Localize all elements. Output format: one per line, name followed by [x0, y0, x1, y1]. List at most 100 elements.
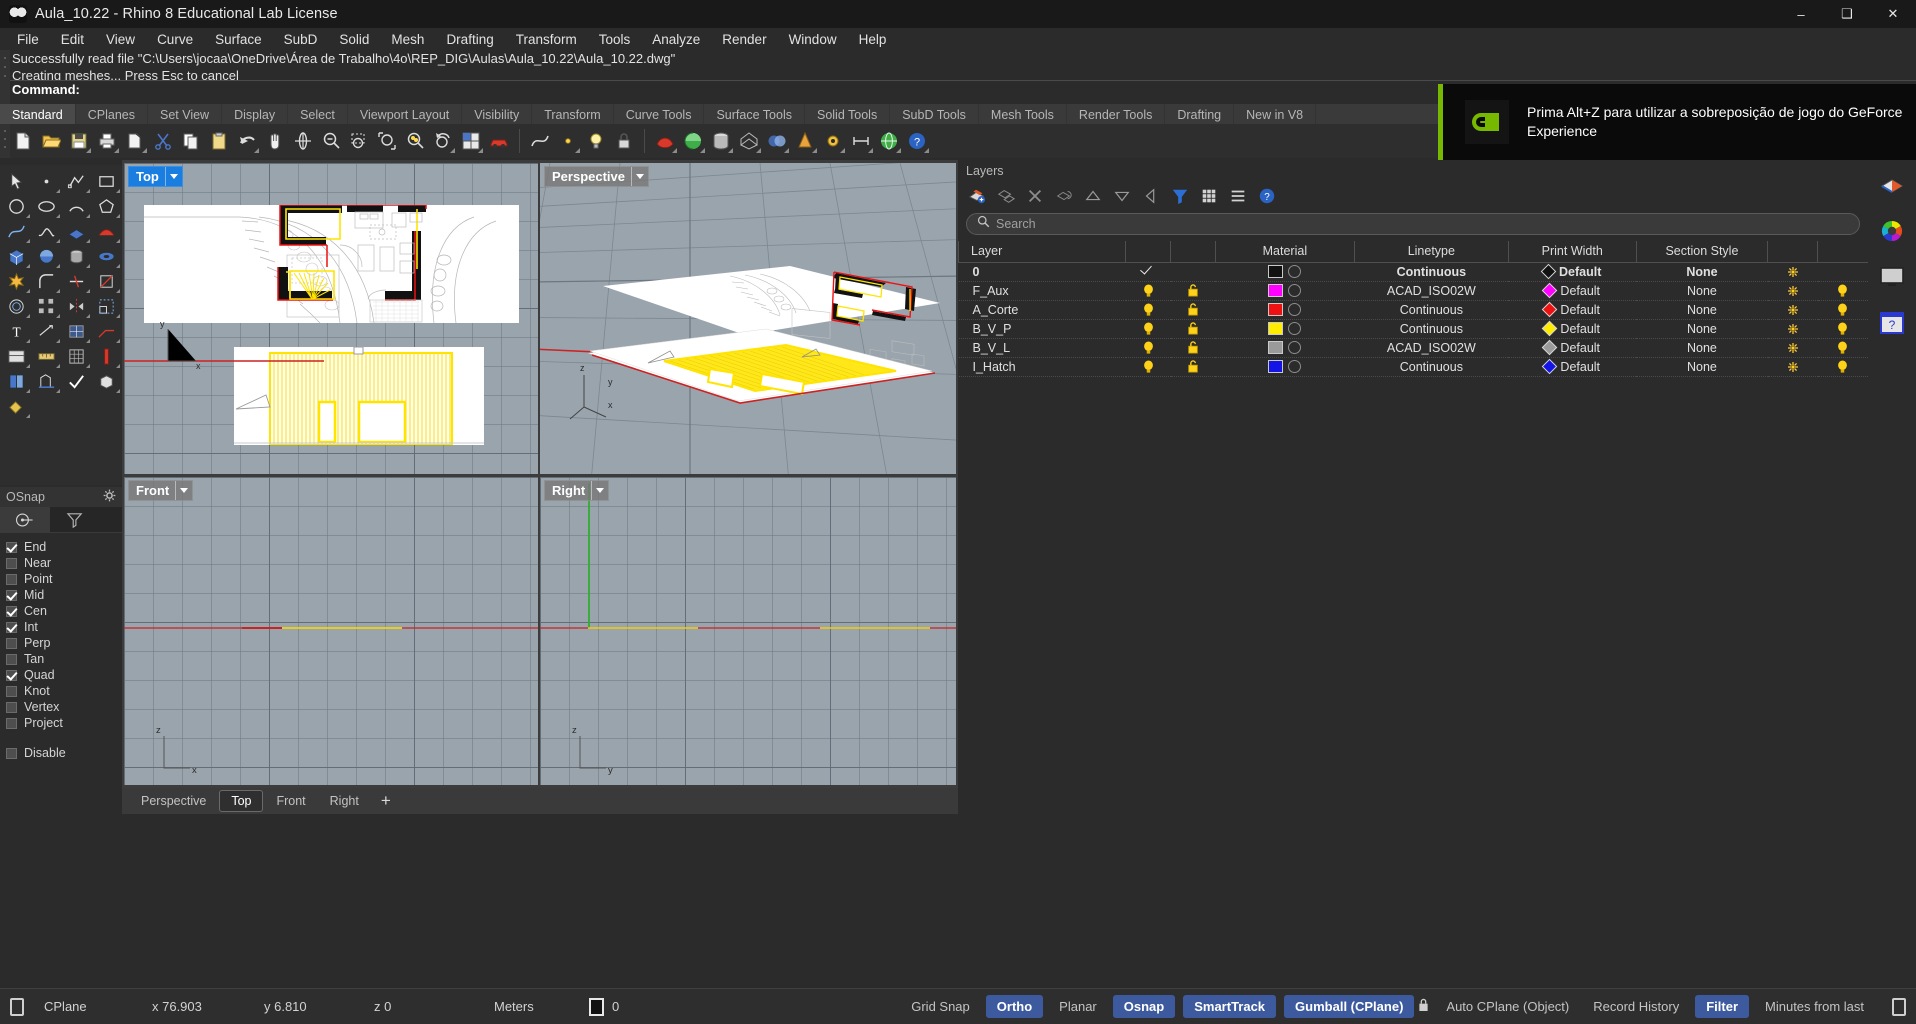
- osnap-checkbox-quad[interactable]: [6, 669, 17, 681]
- menu-item-edit[interactable]: Edit: [50, 30, 95, 49]
- surface-from-curves-icon[interactable]: [652, 128, 678, 154]
- grid-snap-tool-icon[interactable]: [62, 344, 91, 369]
- status-toggle-grid-snap[interactable]: Grid Snap: [902, 995, 979, 1018]
- toolbar-tab-visibility[interactable]: Visibility: [462, 104, 533, 124]
- maximize-button[interactable]: ❑: [1824, 0, 1870, 28]
- layer-print-width-cell[interactable]: Default: [1508, 281, 1637, 301]
- osnap-checkbox-near[interactable]: [6, 557, 17, 569]
- print-color-diamond-icon[interactable]: [1542, 358, 1558, 374]
- cplane-icon-section[interactable]: [0, 989, 34, 1024]
- layer-lock-cell[interactable]: [1170, 357, 1216, 377]
- new-sublayer-icon[interactable]: [995, 185, 1017, 207]
- detail-view-icon[interactable]: [2, 344, 31, 369]
- properties-icon[interactable]: [1875, 168, 1909, 202]
- osnap-checkbox-int[interactable]: [6, 621, 17, 633]
- layer-color-swatch[interactable]: [1268, 321, 1284, 335]
- osnap-checkbox-mid[interactable]: [6, 589, 17, 601]
- layers-search-box[interactable]: [966, 213, 1860, 235]
- layers-column-header-material[interactable]: Material: [1214, 241, 1355, 263]
- layer-row[interactable]: B_V_L ACAD_ISO02W Default None: [958, 338, 1868, 358]
- toolbar-tab-subd-tools[interactable]: SubD Tools: [890, 104, 979, 124]
- trim-icon[interactable]: [62, 269, 91, 294]
- layer-render-toggle-cell[interactable]: [1767, 319, 1818, 339]
- layer-color-swatch[interactable]: [1268, 283, 1284, 297]
- menu-item-tools[interactable]: Tools: [588, 30, 642, 49]
- freeform-curve-icon[interactable]: [32, 219, 61, 244]
- undo-icon[interactable]: [234, 128, 260, 154]
- polygon-icon[interactable]: [92, 194, 121, 219]
- print-color-diamond-icon[interactable]: [1542, 320, 1558, 336]
- layer-row[interactable]: I_Hatch Continuous Default None: [958, 357, 1868, 377]
- menu-item-transform[interactable]: Transform: [505, 30, 588, 49]
- toolbar-tab-mesh-tools[interactable]: Mesh Tools: [979, 104, 1067, 124]
- layer-render-toggle-cell[interactable]: [1767, 338, 1818, 358]
- boolean-icon[interactable]: [764, 128, 790, 154]
- layer-render-toggle-cell[interactable]: [1767, 357, 1818, 377]
- zoom-previous-icon[interactable]: [430, 128, 456, 154]
- osnap-row-perp[interactable]: Perp: [6, 635, 122, 651]
- layer-print-width-cell[interactable]: Default: [1508, 357, 1637, 377]
- close-button[interactable]: ✕: [1870, 0, 1916, 28]
- layer-visibility-cell[interactable]: [1125, 262, 1171, 282]
- viewport-label-top[interactable]: Top: [128, 166, 183, 187]
- layers-column-header-print-width[interactable]: Print Width: [1507, 241, 1637, 263]
- save-file-icon[interactable]: [66, 128, 92, 154]
- mirror-icon[interactable]: [62, 294, 91, 319]
- layer-lock-cell[interactable]: [1170, 281, 1216, 301]
- paint-bucket-icon[interactable]: [2, 394, 31, 419]
- osnap-row-vertex[interactable]: Vertex: [6, 699, 122, 715]
- point-icon[interactable]: [555, 128, 581, 154]
- cut-icon[interactable]: [150, 128, 176, 154]
- dimension-icon[interactable]: [848, 128, 874, 154]
- section-icon[interactable]: [32, 369, 61, 394]
- osnap-row-near[interactable]: Near: [6, 555, 122, 571]
- layer-material-cell[interactable]: [1215, 357, 1355, 377]
- rotate-view-icon[interactable]: [290, 128, 316, 154]
- copy-page-icon[interactable]: [122, 128, 148, 154]
- layer-material-ring-icon[interactable]: [1288, 283, 1302, 297]
- units-label[interactable]: Meters: [484, 989, 579, 1024]
- globe-icon[interactable]: [876, 128, 902, 154]
- surface-loft-icon[interactable]: [92, 219, 121, 244]
- open-file-icon[interactable]: [38, 128, 64, 154]
- measure-icon[interactable]: [32, 344, 61, 369]
- viewport-label-right[interactable]: Right: [544, 480, 610, 501]
- light-bulb-icon[interactable]: [583, 128, 609, 154]
- gear-icon[interactable]: [103, 489, 116, 505]
- osnap-checkbox-knot[interactable]: [6, 685, 17, 697]
- render-car-icon[interactable]: [486, 128, 512, 154]
- viewport-layout-icon[interactable]: [458, 128, 484, 154]
- layer-name[interactable]: B_V_L: [958, 338, 1126, 358]
- zoom-selected-icon[interactable]: [402, 128, 428, 154]
- add-viewport-tab-button[interactable]: +: [372, 792, 400, 810]
- toolbar-tab-viewport-layout[interactable]: Viewport Layout: [348, 104, 463, 124]
- layer-material-ring-icon[interactable]: [1288, 264, 1302, 278]
- toolbar-tab-set-view[interactable]: Set View: [148, 104, 223, 124]
- layers-column-header-layer[interactable]: Layer: [957, 241, 1126, 263]
- layer-visibility-cell[interactable]: [1125, 338, 1171, 358]
- viewport-tab-right[interactable]: Right: [319, 791, 370, 811]
- toolbar-tab-cplanes[interactable]: CPlanes: [76, 104, 148, 124]
- check-apply-icon[interactable]: [62, 369, 91, 394]
- status-toggle-ortho[interactable]: Ortho: [985, 995, 1044, 1018]
- toolbar-tab-solid-tools[interactable]: Solid Tools: [805, 104, 891, 124]
- menu-item-file[interactable]: File: [6, 30, 50, 49]
- layer-color-swatch[interactable]: [1268, 340, 1284, 354]
- layer-material-ring-icon[interactable]: [1288, 302, 1302, 316]
- lock-toolbar-icon[interactable]: [611, 128, 637, 154]
- layer-linetype[interactable]: ACAD_ISO02W: [1354, 281, 1509, 301]
- layer-material-cell[interactable]: [1215, 338, 1355, 358]
- osnap-checkbox-perp[interactable]: [6, 637, 17, 649]
- layer-material-cell[interactable]: [1215, 319, 1355, 339]
- offset-icon[interactable]: [2, 294, 31, 319]
- layer-name[interactable]: 0: [958, 262, 1126, 282]
- polyline-icon[interactable]: [62, 169, 91, 194]
- layer-material-ring-icon[interactable]: [1288, 340, 1302, 354]
- layer-section-style[interactable]: None: [1636, 300, 1768, 320]
- menu-item-window[interactable]: Window: [778, 30, 848, 49]
- color-wheel-icon[interactable]: [1875, 214, 1909, 248]
- toolbar-tab-transform[interactable]: Transform: [532, 104, 614, 124]
- osnap-filter-tab[interactable]: [50, 507, 100, 532]
- layer-section-style[interactable]: None: [1636, 281, 1768, 301]
- torus-icon[interactable]: [92, 244, 121, 269]
